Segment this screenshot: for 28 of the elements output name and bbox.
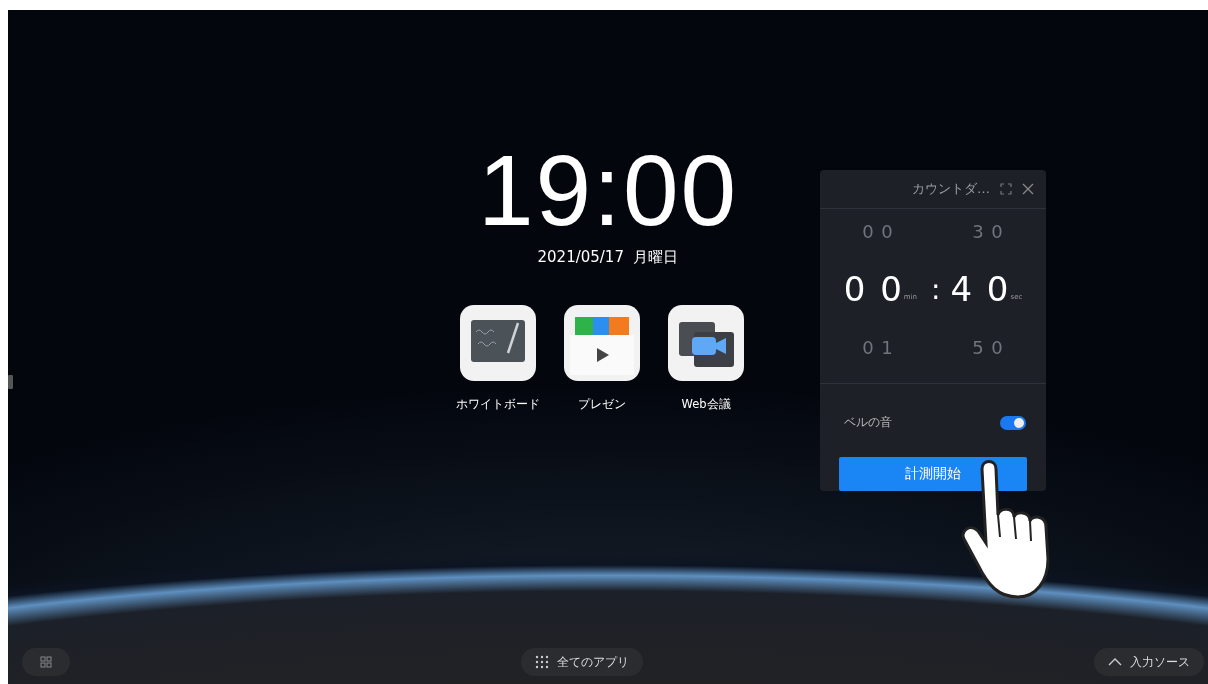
windows-button[interactable] xyxy=(22,648,70,676)
input-source-button[interactable]: 入力ソース xyxy=(1094,648,1204,676)
start-button[interactable]: 計測開始 xyxy=(839,457,1027,491)
presentation-app-icon[interactable] xyxy=(564,305,640,381)
app-label: プレゼン xyxy=(578,397,626,412)
time-separator: : xyxy=(930,272,941,306)
app-label: ホワイトボード xyxy=(456,397,540,412)
timer-title: カウントダ… xyxy=(912,180,990,198)
app-label: Web会議 xyxy=(681,397,731,412)
all-apps-button[interactable]: 全てのアプリ xyxy=(521,648,643,676)
picker-option[interactable]: 5 0 xyxy=(958,336,1018,358)
video-chat-app-icon[interactable] xyxy=(668,305,744,381)
clock-date: 2021/05/17 月曜日 xyxy=(537,248,679,267)
picker-option[interactable]: 3 0 xyxy=(958,220,1018,242)
whiteboard-app-icon[interactable] xyxy=(460,305,536,381)
toggle-switch[interactable] xyxy=(1000,415,1026,430)
close-icon[interactable] xyxy=(1022,183,1034,195)
bell-sound-label: ベルの音 xyxy=(844,414,892,431)
seconds-value[interactable]: 4 0 xyxy=(950,269,1011,309)
windows-grid-icon xyxy=(40,656,52,668)
dots-grid-icon xyxy=(535,655,549,669)
clock-time: 19:00 xyxy=(477,140,739,240)
minutes-value[interactable]: 0 0 xyxy=(843,269,904,309)
caret-up-icon xyxy=(1108,658,1122,666)
picker-option[interactable]: 0 0 xyxy=(848,220,908,242)
picker-option[interactable]: 0 1 xyxy=(848,336,908,358)
fullscreen-icon[interactable] xyxy=(1000,183,1012,195)
side-handle-icon[interactable] xyxy=(8,375,13,389)
